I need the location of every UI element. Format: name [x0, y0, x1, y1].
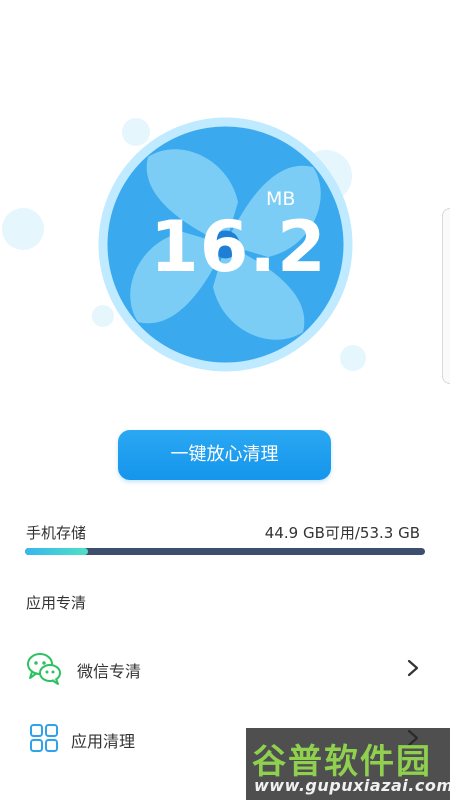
cleaner-hero: 16.2 MB — [0, 0, 450, 420]
list-item-wechat-clean[interactable]: 微信专清 — [0, 638, 450, 698]
junk-size-unit: MB — [266, 188, 296, 210]
storage-value: 44.9 GB可用/53.3 GB — [264, 524, 420, 542]
list-item-label: 应用清理 — [71, 732, 136, 751]
watermark-url: www.gupuxiazai.com — [254, 776, 450, 795]
section-title: 应用专清 — [26, 594, 87, 612]
list-item-label: 微信专清 — [77, 662, 142, 681]
storage-label: 手机存储 — [26, 524, 87, 542]
one-tap-clean-button[interactable]: 一键放心清理 — [118, 430, 331, 480]
storage-progress-bar — [25, 548, 425, 555]
wechat-icon — [26, 650, 62, 686]
site-watermark: 谷普软件园 www.gupuxiazai.com — [246, 728, 450, 800]
decor-bubble — [2, 208, 44, 250]
storage-progress-fill — [25, 548, 89, 555]
chevron-right-icon — [406, 659, 420, 677]
side-drawer-handle[interactable] — [442, 208, 450, 384]
junk-size-value: 16.2 — [150, 206, 327, 288]
app-grid-icon — [26, 720, 62, 756]
